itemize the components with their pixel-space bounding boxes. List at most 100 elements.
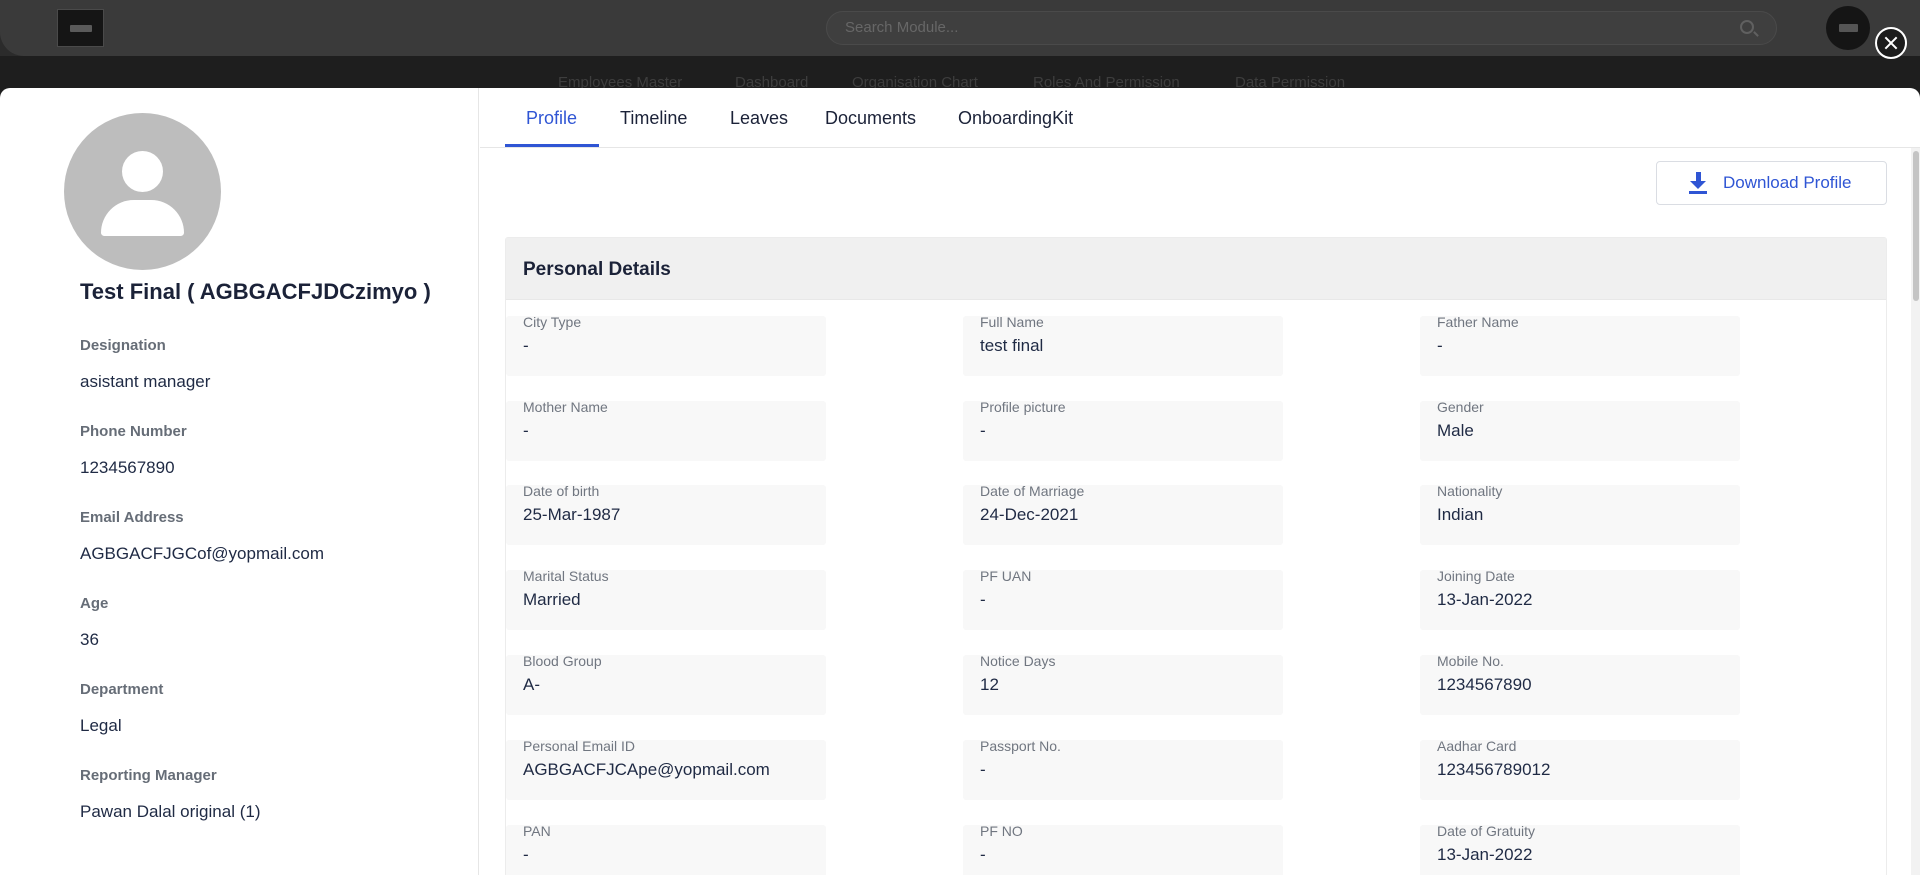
field-value: 12: [980, 675, 999, 694]
module-search-input: Search Module...: [826, 11, 1777, 45]
field-nationality: Nationality Indian: [1420, 483, 1740, 545]
employee-name: Test Final ( AGBGACFJDCzimyo ): [80, 279, 431, 304]
department-label: Department: [80, 681, 164, 698]
field-label: Personal Email ID: [523, 738, 636, 754]
close-icon: [1877, 29, 1905, 57]
field-value: -: [980, 590, 986, 609]
field-value: AGBGACFJCApe@yopmail.com: [523, 760, 770, 779]
phone-value: 1234567890: [80, 458, 175, 477]
field-label: Nationality: [1437, 483, 1503, 499]
field-value: -: [1437, 336, 1443, 355]
field-label: Father Name: [1437, 314, 1519, 330]
phone-label: Phone Number: [80, 423, 187, 440]
scrollbar-thumb[interactable]: [1913, 151, 1919, 301]
field-aadhar-card: Aadhar Card 123456789012: [1420, 738, 1740, 800]
app-logo: [57, 9, 104, 47]
email-value: AGBGACFJGCof@yopmail.com: [80, 544, 324, 563]
download-profile-label: Download Profile: [1723, 173, 1852, 192]
field-value: Male: [1437, 421, 1474, 440]
field-label: Blood Group: [523, 653, 602, 669]
personal-details-header: Personal Details: [506, 238, 1886, 300]
field-marital-status: Marital Status Married: [506, 568, 826, 630]
personal-details-section: Personal Details City Type - Full Name t…: [505, 237, 1887, 875]
field-mobile-no: Mobile No. 1234567890: [1420, 653, 1740, 715]
field-date-of-marriage: Date of Marriage 24-Dec-2021: [963, 483, 1283, 545]
field-label: Mobile No.: [1437, 653, 1504, 669]
tab-timeline[interactable]: Timeline: [620, 108, 687, 129]
field-blood-group: Blood Group A-: [506, 653, 826, 715]
field-full-name: Full Name test final: [963, 314, 1283, 376]
field-label: Aadhar Card: [1437, 738, 1517, 754]
tab-documents[interactable]: Documents: [825, 108, 916, 129]
tab-leaves[interactable]: Leaves: [730, 108, 788, 129]
tab-onboardingkit[interactable]: OnboardingKit: [958, 108, 1073, 129]
field-gender: Gender Male: [1420, 399, 1740, 461]
close-button[interactable]: [1875, 27, 1907, 59]
field-father-name: Father Name -: [1420, 314, 1740, 376]
field-label: Mother Name: [523, 399, 608, 415]
employee-profile-modal: Test Final ( AGBGACFJDCzimyo ) Designati…: [0, 88, 1920, 875]
download-profile-button[interactable]: Download Profile: [1656, 161, 1887, 205]
profile-sidebar: Test Final ( AGBGACFJDCzimyo ) Designati…: [0, 88, 479, 875]
field-pf-uan: PF UAN -: [963, 568, 1283, 630]
field-date-of-gratuity: Date of Gratuity 13-Jan-2022: [1420, 823, 1740, 875]
background-topbar: Search Module...: [0, 0, 1920, 56]
field-value: 13-Jan-2022: [1437, 845, 1533, 864]
designation-value: asistant manager: [80, 372, 211, 391]
designation-label: Designation: [80, 337, 166, 354]
field-pf-no: PF NO -: [963, 823, 1283, 875]
field-notice-days: Notice Days 12: [963, 653, 1283, 715]
field-profile-picture: Profile picture -: [963, 399, 1283, 461]
field-label: PF UAN: [980, 568, 1032, 584]
field-personal-email: Personal Email ID AGBGACFJCApe@yopmail.c…: [506, 738, 826, 800]
field-date-of-birth: Date of birth 25-Mar-1987: [506, 483, 826, 545]
field-value: 13-Jan-2022: [1437, 590, 1533, 609]
module-search-placeholder: Search Module...: [845, 19, 959, 36]
field-joining-date: Joining Date 13-Jan-2022: [1420, 568, 1740, 630]
user-avatar: [1826, 6, 1870, 50]
field-label: Full Name: [980, 314, 1044, 330]
field-value: 24-Dec-2021: [980, 505, 1079, 524]
field-mother-name: Mother Name -: [506, 399, 826, 461]
avatar-icon: [64, 113, 221, 270]
field-label: Date of Marriage: [980, 483, 1085, 499]
field-value: -: [523, 845, 529, 864]
field-value: -: [980, 760, 986, 779]
field-label: Marital Status: [523, 568, 609, 584]
field-value: 25-Mar-1987: [523, 505, 621, 524]
field-label: City Type: [523, 314, 582, 330]
field-label: PF NO: [980, 823, 1023, 839]
department-value: Legal: [80, 716, 122, 735]
field-label: Notice Days: [980, 653, 1056, 669]
reporting-manager-label: Reporting Manager: [80, 767, 217, 784]
field-value: -: [980, 845, 986, 864]
field-value: 1234567890: [1437, 675, 1532, 694]
field-value: A-: [523, 675, 540, 694]
section-title: Personal Details: [523, 259, 671, 280]
field-label: Profile picture: [980, 399, 1066, 415]
field-value: -: [523, 421, 529, 440]
email-label: Email Address: [80, 509, 184, 526]
reporting-manager-value: Pawan Dalal original (1): [80, 802, 261, 821]
active-tab-indicator: [505, 144, 599, 147]
profile-tabs: Profile Timeline Leaves Documents Onboar…: [480, 88, 1920, 148]
field-pan: PAN -: [506, 823, 826, 875]
field-label: PAN: [523, 823, 551, 839]
field-label: Passport No.: [980, 738, 1061, 754]
field-label: Joining Date: [1437, 568, 1515, 584]
field-label: Date of birth: [523, 483, 600, 499]
download-icon: [1688, 172, 1708, 194]
age-value: 36: [80, 630, 99, 649]
search-icon: [1740, 20, 1754, 34]
field-value: Indian: [1437, 505, 1484, 524]
field-city-type: City Type -: [506, 314, 826, 376]
field-value: -: [523, 336, 529, 355]
field-value: test final: [980, 336, 1044, 355]
field-value: Married: [523, 590, 581, 609]
profile-content: Profile Timeline Leaves Documents Onboar…: [480, 88, 1920, 875]
age-label: Age: [80, 595, 109, 612]
field-value: -: [980, 421, 986, 440]
tab-profile[interactable]: Profile: [526, 108, 577, 129]
field-value: 123456789012: [1437, 760, 1551, 779]
field-label: Date of Gratuity: [1437, 823, 1536, 839]
